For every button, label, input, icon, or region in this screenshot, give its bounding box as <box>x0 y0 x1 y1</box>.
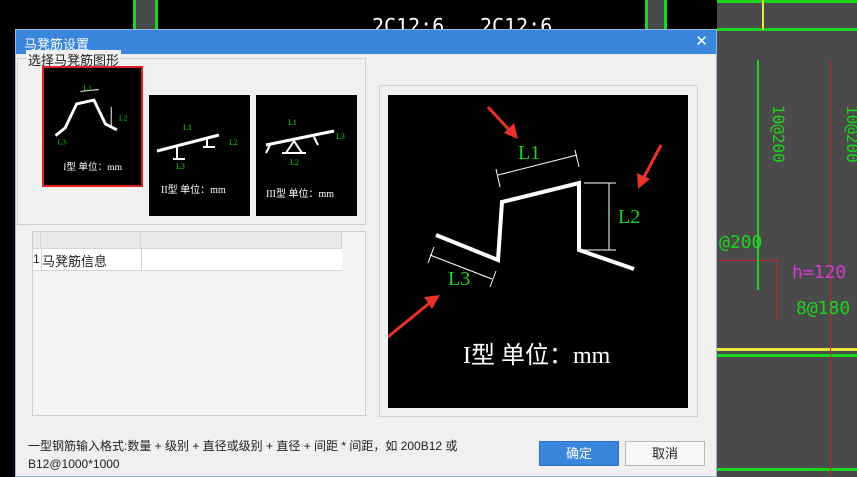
grid-header-cell <box>33 232 41 248</box>
cad-label: 10@200 <box>843 105 857 163</box>
cad-label: 10@200 <box>769 105 788 163</box>
l1-label: L1 <box>83 83 92 92</box>
shape-option-type-2[interactable]: L1 L2 L3 II型 单位：mm <box>149 95 250 216</box>
shape-option-type-3[interactable]: L1 L3 L2 III型 单位：mm <box>256 95 357 216</box>
cad-line <box>757 60 759 290</box>
cad-line <box>762 0 764 30</box>
cad-label: 8@180 <box>796 298 851 319</box>
shape-preview: L1 L2 L3 I型 单位：mm <box>388 95 688 408</box>
l2-label: L2 <box>229 138 238 147</box>
shape-caption: II型 单位：mm <box>161 183 226 196</box>
cancel-button[interactable]: 取消 <box>625 441 705 466</box>
shape-caption: III型 单位：mm <box>266 187 334 200</box>
l3-label: L3 <box>57 137 66 146</box>
cad-line <box>717 28 857 31</box>
grid-header-cell <box>41 232 141 248</box>
l2-label: L2 <box>119 113 128 122</box>
type-2-diagram: L1 L2 L3 II型 单位：mm <box>156 123 238 196</box>
type-3-diagram: L1 L3 L2 III型 单位：mm <box>265 118 345 200</box>
cad-line <box>717 354 857 357</box>
l2-label: L2 <box>290 158 299 167</box>
l1-label: L1 <box>288 118 297 127</box>
l3-label: L3 <box>448 268 470 290</box>
cad-line <box>717 0 857 3</box>
ok-button[interactable]: 确定 <box>539 441 619 466</box>
shape-caption: I型 单位：mm <box>63 161 122 173</box>
row-label: 马凳筋信息 <box>42 254 108 269</box>
cad-label: @200 <box>719 232 763 253</box>
grid-divider <box>141 249 142 270</box>
grid-header <box>33 232 342 249</box>
cad-line <box>133 0 136 30</box>
close-icon[interactable]: ✕ <box>695 32 708 50</box>
preview-diagram: L1 L2 L3 I型 单位：mm <box>388 105 663 369</box>
row-number: 1 <box>33 252 40 266</box>
grid-header-cell <box>141 232 342 248</box>
rebar-info-value-cell[interactable] <box>143 250 339 269</box>
rebar-info-grid: 1 马凳筋信息 <box>32 231 366 416</box>
cad-line <box>717 348 857 351</box>
cad-label: h=120 <box>792 262 847 283</box>
preview-caption: I型 单位：mm <box>463 342 611 369</box>
cad-line <box>155 0 158 30</box>
l3-label: L3 <box>336 132 345 141</box>
l2-label: L2 <box>618 206 640 228</box>
shape-option-type-1[interactable]: L1 L2 L3 I型 单位：mm <box>42 66 143 187</box>
cad-line <box>776 260 777 320</box>
input-format-note: 一型钢筋输入格式:数量 + 级别 + 直径或级别 + 直径 + 间距 * 间距，… <box>28 439 458 471</box>
l1-label: L1 <box>518 142 540 164</box>
cad-line <box>717 468 857 471</box>
cad-line <box>717 260 777 261</box>
l3-label: L3 <box>176 162 185 171</box>
table-row[interactable]: 1 马凳筋信息 <box>33 249 342 271</box>
type-1-diagram: L1 L2 L3 I型 单位：mm <box>54 83 128 173</box>
l1-label: L1 <box>183 123 192 132</box>
